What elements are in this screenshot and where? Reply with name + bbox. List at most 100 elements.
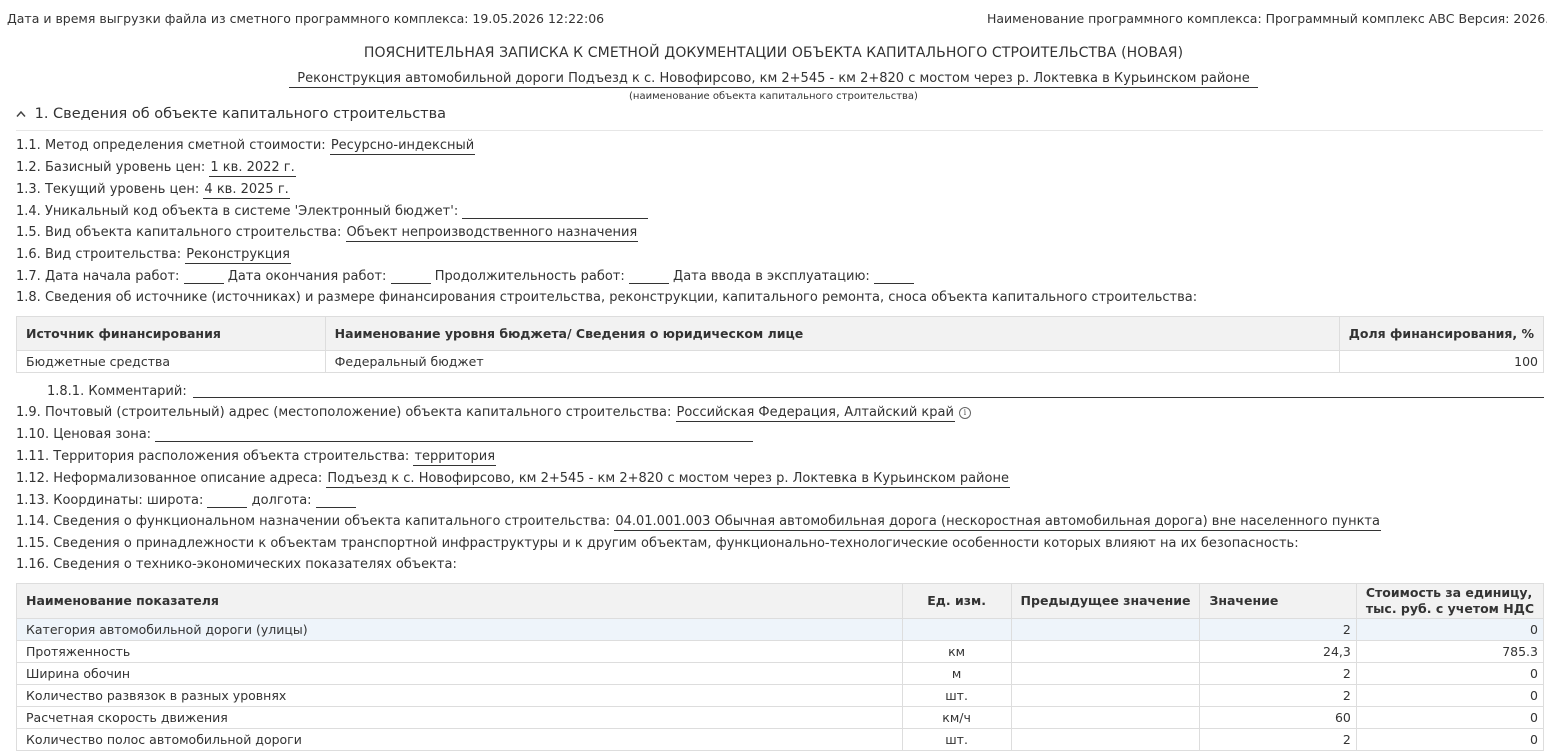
field-unique-code: 1.4. Уникальный код объекта в системе 'Э… [16, 204, 649, 222]
field-blank [873, 270, 914, 284]
table-header-row: Наименование показателя Ед. изм. Предыду… [16, 583, 1545, 619]
table-cell [1010, 706, 1201, 729]
field-blank [462, 205, 649, 219]
field-value: 4 кв. 2025 г. [203, 182, 290, 199]
software-name: Наименование программного комплекса: Про… [987, 11, 1547, 26]
table-cell: Количество развязок в разных уровнях [16, 684, 903, 707]
table-cell: 0 [1355, 728, 1545, 751]
field-coordinates: 1.13. Координаты: широта: долгота: [16, 493, 356, 511]
column-header: Предыдущее значение [1010, 583, 1201, 619]
field-transport-infrastructure: 1.15. Сведения о принадлежности к объект… [16, 536, 1299, 551]
table-cell [1010, 618, 1201, 641]
table-cell: шт. [901, 728, 1012, 751]
field-address-description: 1.12. Неформализованное описание адреса:… [16, 471, 1010, 489]
table-cell: шт. [901, 684, 1012, 707]
table-cell: 0 [1355, 618, 1545, 641]
table-cell: Количество полос автомобильной дороги [16, 728, 903, 751]
table-cell: 60 [1199, 706, 1357, 729]
table-row[interactable]: Количество полос автомобильной дороги шт… [16, 728, 1545, 751]
column-header-line: Стоимость за единицу, [1365, 585, 1533, 600]
table-row[interactable]: Категория автомобильной дороги (улицы) 2… [16, 618, 1545, 641]
indicators-table: Наименование показателя Ед. изм. Предыду… [16, 583, 1545, 751]
column-header: Значение [1199, 583, 1357, 619]
field-territory: 1.11. Территория расположения объекта ст… [16, 449, 497, 467]
field-value: Подъезд к с. Новофирсово, км 2+545 - км … [326, 471, 1010, 488]
object-name: Реконструкция автомобильной дороги Подъе… [289, 71, 1258, 88]
field-label: 1.12. Неформализованное описание адреса: [16, 471, 323, 486]
field-label: 1.13. Координаты: [16, 493, 143, 508]
table-cell: км/ч [901, 706, 1012, 729]
column-header: Доля финансирования, % [1338, 316, 1545, 351]
field-label: 1.10. Ценовая зона: [16, 427, 152, 442]
field-current-price-level: 1.3. Текущий уровень цен: 4 кв. 2025 г. [16, 182, 290, 200]
table-cell: 2 [1199, 618, 1357, 641]
export-info-bar: Дата и время выгрузки файла из сметного … [7, 11, 1547, 29]
field-technical-indicators: 1.16. Сведения о технико-экономических п… [16, 557, 457, 572]
column-header-line: тыс. руб. с учетом НДС [1365, 601, 1534, 616]
field-label: долгота: [251, 493, 312, 508]
table-cell: 2 [1199, 684, 1357, 707]
table-cell: Бюджетные средства [16, 350, 326, 373]
field-construction-type: 1.6. Вид строительства: Реконструкция [16, 247, 291, 265]
table-header-row: Источник финансирования Наименование уро… [16, 316, 1545, 351]
table-row[interactable]: Протяженность км 24,3 785.3 [16, 640, 1545, 663]
table-cell: Федеральный бюджет [324, 350, 1340, 373]
field-value: Объект непроизводственного назначения [345, 225, 639, 242]
field-label: 1.14. Сведения о функциональном назначен… [16, 514, 611, 529]
field-comment: 1.8.1. Комментарий: [47, 384, 1544, 402]
field-label: 1.7. Дата начала работ: [16, 269, 180, 284]
column-header: Наименование уровня бюджета/ Сведения о … [324, 316, 1340, 351]
field-label: 1.6. Вид строительства: [16, 247, 182, 262]
document-title: ПОЯСНИТЕЛЬНАЯ ЗАПИСКА К СМЕТНОЙ ДОКУМЕНТ… [363, 45, 1184, 61]
field-blank [390, 270, 431, 284]
table-row[interactable]: Ширина обочин м 2 0 [16, 662, 1545, 685]
section-header[interactable]: 1. Сведения об объекте капитального стро… [16, 106, 1543, 131]
info-icon[interactable]: i [958, 406, 971, 419]
field-work-dates: 1.7. Дата начала работ: Дата окончания р… [16, 269, 914, 287]
field-funding-info: 1.8. Сведения об источнике (источниках) … [16, 290, 1198, 305]
table-row[interactable]: Количество развязок в разных уровнях шт.… [16, 684, 1545, 707]
field-blank [183, 270, 224, 284]
table-cell: Ширина обочин [16, 662, 903, 685]
table-cell: 100 [1338, 350, 1545, 373]
table-row[interactable]: Расчетная скорость движения км/ч 60 0 [16, 706, 1545, 729]
field-label: 1.9. Почтовый (строительный) адрес (мест… [16, 405, 672, 420]
funding-table: Источник финансирования Наименование уро… [16, 316, 1545, 373]
section-title: 1. Сведения об объекте капитального стро… [34, 106, 447, 122]
field-value: 04.01.001.003 Обычная автомобильная доро… [614, 514, 1381, 531]
column-header: Наименование показателя [16, 583, 903, 619]
field-label: Дата ввода в эксплуатацию: [673, 269, 870, 284]
field-label: 1.1. Метод определения сметной стоимости… [16, 138, 326, 153]
table-cell: 0 [1355, 662, 1545, 685]
object-name-line: Реконструкция автомобильной дороги Подъе… [0, 71, 1547, 88]
column-header: Стоимость за единицу, тыс. руб. с учетом … [1355, 583, 1545, 619]
field-label: 1.3. Текущий уровень цен: [16, 182, 200, 197]
table-cell: км [901, 640, 1012, 663]
field-blank [155, 428, 754, 442]
field-label: 1.2. Базисный уровень цен: [16, 160, 206, 175]
table-cell [1010, 684, 1201, 707]
chevron-up-icon[interactable] [16, 107, 30, 121]
table-cell: 0 [1355, 684, 1545, 707]
table-cell: Расчетная скорость движения [16, 706, 903, 729]
table-cell: 0 [1355, 706, 1545, 729]
table-row: Бюджетные средства Федеральный бюджет 10… [16, 350, 1545, 373]
field-blank [192, 384, 1544, 398]
table-cell [1010, 662, 1201, 685]
field-blank [628, 270, 669, 284]
field-functional-purpose: 1.14. Сведения о функциональном назначен… [16, 514, 1381, 532]
column-header: Источник финансирования [16, 316, 326, 351]
table-cell [1010, 728, 1201, 751]
table-cell [1010, 640, 1201, 663]
field-label: 1.11. Территория расположения объекта ст… [16, 449, 410, 464]
field-label: 1.8.1. Комментарий: [47, 384, 187, 399]
field-value: Реконструкция [185, 247, 291, 264]
table-cell: Категория автомобильной дороги (улицы) [16, 618, 903, 641]
field-label: 1.5. Вид объекта капитального строительс… [16, 225, 342, 240]
table-cell: 785.3 [1355, 640, 1545, 663]
field-label: Дата окончания работ: [227, 269, 387, 284]
field-label: широта: [146, 493, 204, 508]
table-cell: 24,3 [1199, 640, 1357, 663]
field-value: Российская Федерация, Алтайский край [675, 405, 955, 422]
field-blank [207, 494, 248, 508]
